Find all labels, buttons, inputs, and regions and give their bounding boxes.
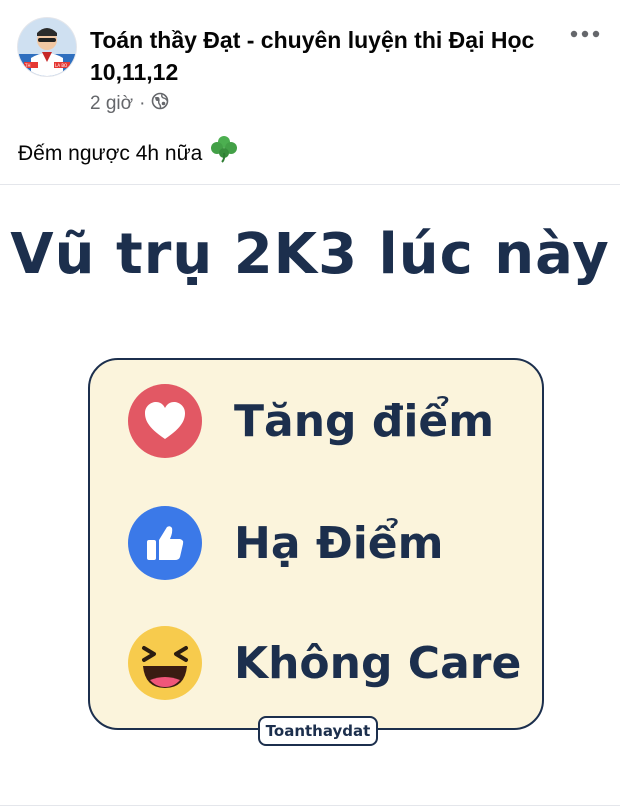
author-name[interactable]: Toán thầy Đạt - chuyên luyện thi Đại Học…	[90, 24, 540, 88]
reaction-row-like: Hạ Điểm	[128, 506, 443, 580]
bottom-divider	[0, 805, 620, 806]
avatar-badge-text: LA BO	[55, 63, 67, 68]
reaction-card: Tăng điểm Hạ Điểm Không Care Toanthaydat	[88, 358, 544, 746]
avatar-badge-text: TH	[24, 63, 30, 68]
more-horizontal-icon	[570, 30, 600, 38]
post-text-content: Đếm ngược 4h nữa	[18, 142, 203, 165]
reaction-label: Hạ Điểm	[234, 517, 444, 569]
post-text: Đếm ngược 4h nữa	[18, 135, 238, 173]
post-meta: 2 giờ ·	[90, 92, 169, 116]
more-options-button[interactable]	[568, 24, 602, 44]
post-time[interactable]: 2 giờ	[90, 93, 133, 115]
author-avatar[interactable]: TH LA BO	[18, 18, 76, 76]
globe-icon[interactable]	[151, 92, 169, 116]
clover-icon	[210, 135, 238, 173]
reaction-label: Tăng điểm	[234, 395, 495, 447]
divider	[0, 184, 620, 185]
post-header: TH LA BO Toán thầy Đạt - chuyên luyện th…	[0, 0, 620, 130]
post-image[interactable]: Vũ trụ 2K3 lúc này Tăng điểm Hạ Điểm Khô…	[0, 186, 620, 802]
reaction-row-heart: Tăng điểm	[128, 384, 494, 458]
reaction-label: Không Care	[234, 637, 522, 689]
heart-reaction-icon	[128, 384, 202, 458]
watermark: Toanthaydat	[258, 716, 378, 746]
image-title: Vũ trụ 2K3 lúc này	[10, 222, 610, 287]
reaction-row-haha: Không Care	[128, 626, 521, 700]
haha-reaction-icon	[128, 626, 202, 700]
avatar-image: TH LA BO	[18, 18, 76, 76]
like-reaction-icon	[128, 506, 202, 580]
meta-separator: ·	[139, 93, 146, 114]
